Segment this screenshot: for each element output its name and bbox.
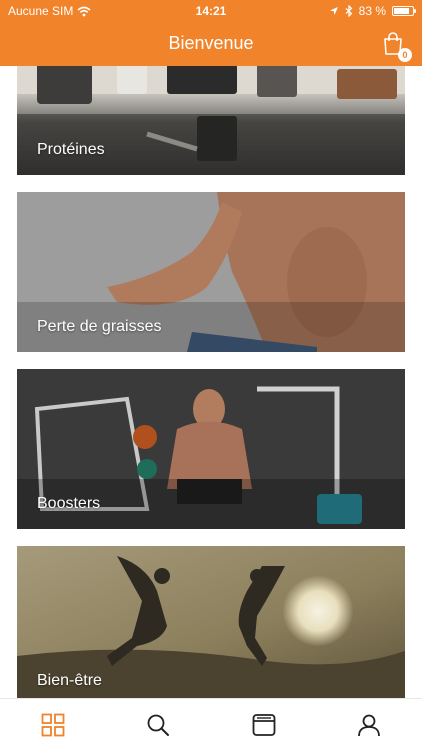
tab-search[interactable] xyxy=(138,705,178,745)
battery-icon xyxy=(392,6,416,16)
cart-count-badge: 0 xyxy=(398,48,412,62)
status-right: 83 % xyxy=(329,0,416,22)
category-label: Bien-être xyxy=(37,672,102,689)
category-label: Protéines xyxy=(37,141,105,158)
category-card-perte-de-graisses[interactable]: Perte de graisses xyxy=(17,192,405,352)
user-icon xyxy=(358,714,381,736)
tab-home[interactable] xyxy=(33,705,73,745)
status-bar: Aucune SIM 14:21 83 % xyxy=(0,0,422,22)
cart-button[interactable]: 0 xyxy=(382,32,412,62)
category-card-bien-etre[interactable]: Bien-être xyxy=(17,546,405,706)
category-card-boosters[interactable]: Boosters xyxy=(17,369,405,529)
app-header: Aucune SIM 14:21 83 % Bienvenue 0 xyxy=(0,0,422,66)
category-label: Boosters xyxy=(37,495,101,512)
bottom-tab-bar xyxy=(0,698,422,750)
battery-fill xyxy=(394,8,409,14)
page-title: Bienvenue xyxy=(168,33,254,53)
location-icon xyxy=(329,7,338,15)
tab-browser[interactable] xyxy=(244,705,284,745)
category-label: Perte de graisses xyxy=(37,318,162,335)
bluetooth-icon xyxy=(345,5,353,17)
grid-icon xyxy=(41,713,65,736)
battery-percent: 83 % xyxy=(358,4,386,18)
search-icon xyxy=(147,714,170,736)
tab-account[interactable] xyxy=(349,705,389,745)
browser-icon xyxy=(252,713,276,736)
